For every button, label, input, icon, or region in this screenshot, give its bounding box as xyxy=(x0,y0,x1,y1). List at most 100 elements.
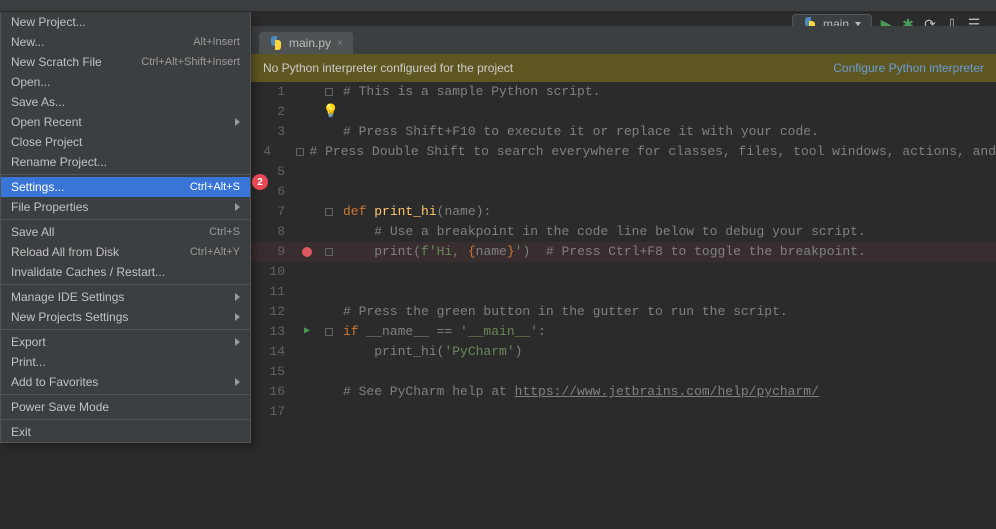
menu-item-label: Open... xyxy=(11,75,50,89)
file-menu: New Project...New...Alt+InsertNew Scratc… xyxy=(0,12,251,443)
source-text[interactable]: # Press Shift+F10 to execute it or repla… xyxy=(343,122,819,142)
menu-item-new-projects-settings[interactable]: New Projects Settings xyxy=(1,307,250,327)
menu-item-label: File Properties xyxy=(11,200,88,214)
line-number[interactable]: 10 xyxy=(251,262,295,282)
line-number[interactable]: 12 xyxy=(251,302,295,322)
menu-item-label: Settings... xyxy=(11,180,64,194)
menu-item-label: Add to Favorites xyxy=(11,375,98,389)
fold-icon[interactable] xyxy=(296,148,304,156)
code-line: 12 # Press the green button in the gutter… xyxy=(251,302,996,322)
menu-item-add-to-favorites[interactable]: Add to Favorites xyxy=(1,372,250,392)
menu-bar xyxy=(0,0,996,12)
chevron-right-icon xyxy=(235,378,240,386)
menu-item-settings[interactable]: Settings...Ctrl+Alt+S xyxy=(1,177,250,197)
line-number[interactable]: 11 xyxy=(251,282,295,302)
source-text[interactable]: # Press Double Shift to search everywher… xyxy=(309,142,996,162)
menu-item-label: Manage IDE Settings xyxy=(11,290,124,304)
menu-separator xyxy=(1,419,250,420)
code-editor[interactable]: 1 # This is a sample Python script. 2 💡 3 # P… xyxy=(251,82,996,529)
menu-item-print[interactable]: Print... xyxy=(1,352,250,372)
line-number[interactable]: 7 xyxy=(251,202,295,222)
intention-bulb-icon[interactable]: 💡 xyxy=(323,102,339,122)
source-text[interactable]: print_hi('PyCharm') xyxy=(343,342,522,362)
code-line: 3 # Press Shift+F10 to execute it or repl… xyxy=(251,122,996,142)
line-number[interactable]: 4 xyxy=(251,142,281,162)
fold-icon[interactable] xyxy=(325,208,333,216)
menu-item-new-project[interactable]: New Project... xyxy=(1,12,250,32)
line-number[interactable]: 3 xyxy=(251,122,295,142)
tab-label: main.py xyxy=(289,36,331,50)
configure-interpreter-link[interactable]: Configure Python interpreter xyxy=(833,61,984,75)
source-text[interactable]: if __name__ == '__main__': xyxy=(343,322,546,342)
run-gutter-icon[interactable]: ▶ xyxy=(295,322,319,342)
code-line: 10 xyxy=(251,262,996,282)
fold-gutter[interactable] xyxy=(319,248,343,256)
line-number[interactable]: 8 xyxy=(251,222,295,242)
menu-item-new-scratch-file[interactable]: New Scratch FileCtrl+Alt+Shift+Insert xyxy=(1,52,250,72)
tab-main-py[interactable]: main.py × xyxy=(259,32,353,54)
code-line: 11 xyxy=(251,282,996,302)
menu-item-exit[interactable]: Exit xyxy=(1,422,250,442)
fold-icon[interactable] xyxy=(325,248,333,256)
chevron-right-icon xyxy=(235,118,240,126)
source-text[interactable]: print(f'Hi, {name}') # Press Ctrl+F8 to … xyxy=(343,242,866,262)
menu-item-power-save-mode[interactable]: Power Save Mode xyxy=(1,397,250,417)
source-text[interactable]: # Use a breakpoint in the code line belo… xyxy=(343,222,866,242)
menu-item-save-as[interactable]: Save As... xyxy=(1,92,250,112)
fold-icon[interactable] xyxy=(325,88,333,96)
menu-item-close-project[interactable]: Close Project xyxy=(1,132,250,152)
breakpoint-icon[interactable] xyxy=(302,247,312,257)
menu-item-open-recent[interactable]: Open Recent xyxy=(1,112,250,132)
code-line: 8 # Use a breakpoint in the code line be… xyxy=(251,222,996,242)
source-text[interactable]: # Press the green button in the gutter t… xyxy=(343,302,788,322)
menu-item-open[interactable]: Open... xyxy=(1,72,250,92)
line-number[interactable]: 2 xyxy=(251,102,295,122)
line-number[interactable]: 15 xyxy=(251,362,295,382)
menu-item-export[interactable]: Export xyxy=(1,332,250,352)
chevron-right-icon xyxy=(235,338,240,346)
menu-item-rename-project[interactable]: Rename Project... xyxy=(1,152,250,172)
line-number[interactable]: 14 xyxy=(251,342,295,362)
editor-area: main.py × No Python interpreter configur… xyxy=(251,26,996,529)
line-number[interactable]: 16 xyxy=(251,382,295,402)
code-line: 6 xyxy=(251,182,996,202)
close-icon[interactable]: × xyxy=(337,38,343,49)
menu-item-shortcut: Ctrl+Alt+Shift+Insert xyxy=(141,56,240,68)
editor-tabs: main.py × xyxy=(251,26,996,54)
warning-text: No Python interpreter configured for the… xyxy=(263,61,513,75)
code-line: 4 # Press Double Shift to search everywhe… xyxy=(251,142,996,162)
fold-gutter[interactable] xyxy=(319,88,343,96)
line-number[interactable]: 9 xyxy=(251,242,295,262)
breakpoint-gutter[interactable] xyxy=(295,247,319,257)
annotation-badge: 2 xyxy=(252,174,268,190)
menu-item-save-all[interactable]: Save AllCtrl+S xyxy=(1,222,250,242)
menu-item-reload-all-from-disk[interactable]: Reload All from DiskCtrl+Alt+Y xyxy=(1,242,250,262)
chevron-right-icon xyxy=(235,203,240,211)
menu-item-manage-ide-settings[interactable]: Manage IDE Settings xyxy=(1,287,250,307)
chevron-right-icon xyxy=(235,293,240,301)
fold-gutter[interactable] xyxy=(295,148,309,156)
interpreter-warning: No Python interpreter configured for the… xyxy=(251,54,996,82)
code-line: 5 xyxy=(251,162,996,182)
menu-item-invalidate-caches-restart[interactable]: Invalidate Caches / Restart... xyxy=(1,262,250,282)
line-number[interactable]: 1 xyxy=(251,82,295,102)
source-text[interactable]: # See PyCharm help at https://www.jetbra… xyxy=(343,382,819,402)
fold-gutter[interactable]: 💡 xyxy=(319,102,343,122)
menu-item-new[interactable]: New...Alt+Insert xyxy=(1,32,250,52)
menu-item-shortcut: Alt+Insert xyxy=(193,36,240,48)
menu-item-shortcut: Ctrl+S xyxy=(209,226,240,238)
fold-gutter[interactable] xyxy=(319,208,343,216)
menu-item-label: Open Recent xyxy=(11,115,82,129)
fold-icon[interactable] xyxy=(325,328,333,336)
line-number[interactable]: 13 xyxy=(251,322,295,342)
menu-item-file-properties[interactable]: File Properties xyxy=(1,197,250,217)
fold-gutter[interactable] xyxy=(319,328,343,336)
menu-separator xyxy=(1,219,250,220)
source-text[interactable]: def print_hi(name): xyxy=(343,202,491,222)
source-text[interactable]: # This is a sample Python script. xyxy=(343,82,600,102)
code-line: 7 def print_hi(name): xyxy=(251,202,996,222)
menu-item-label: Rename Project... xyxy=(11,155,107,169)
code-line: 1 # This is a sample Python script. xyxy=(251,82,996,102)
menu-item-label: New Projects Settings xyxy=(11,310,128,324)
line-number[interactable]: 17 xyxy=(251,402,295,422)
